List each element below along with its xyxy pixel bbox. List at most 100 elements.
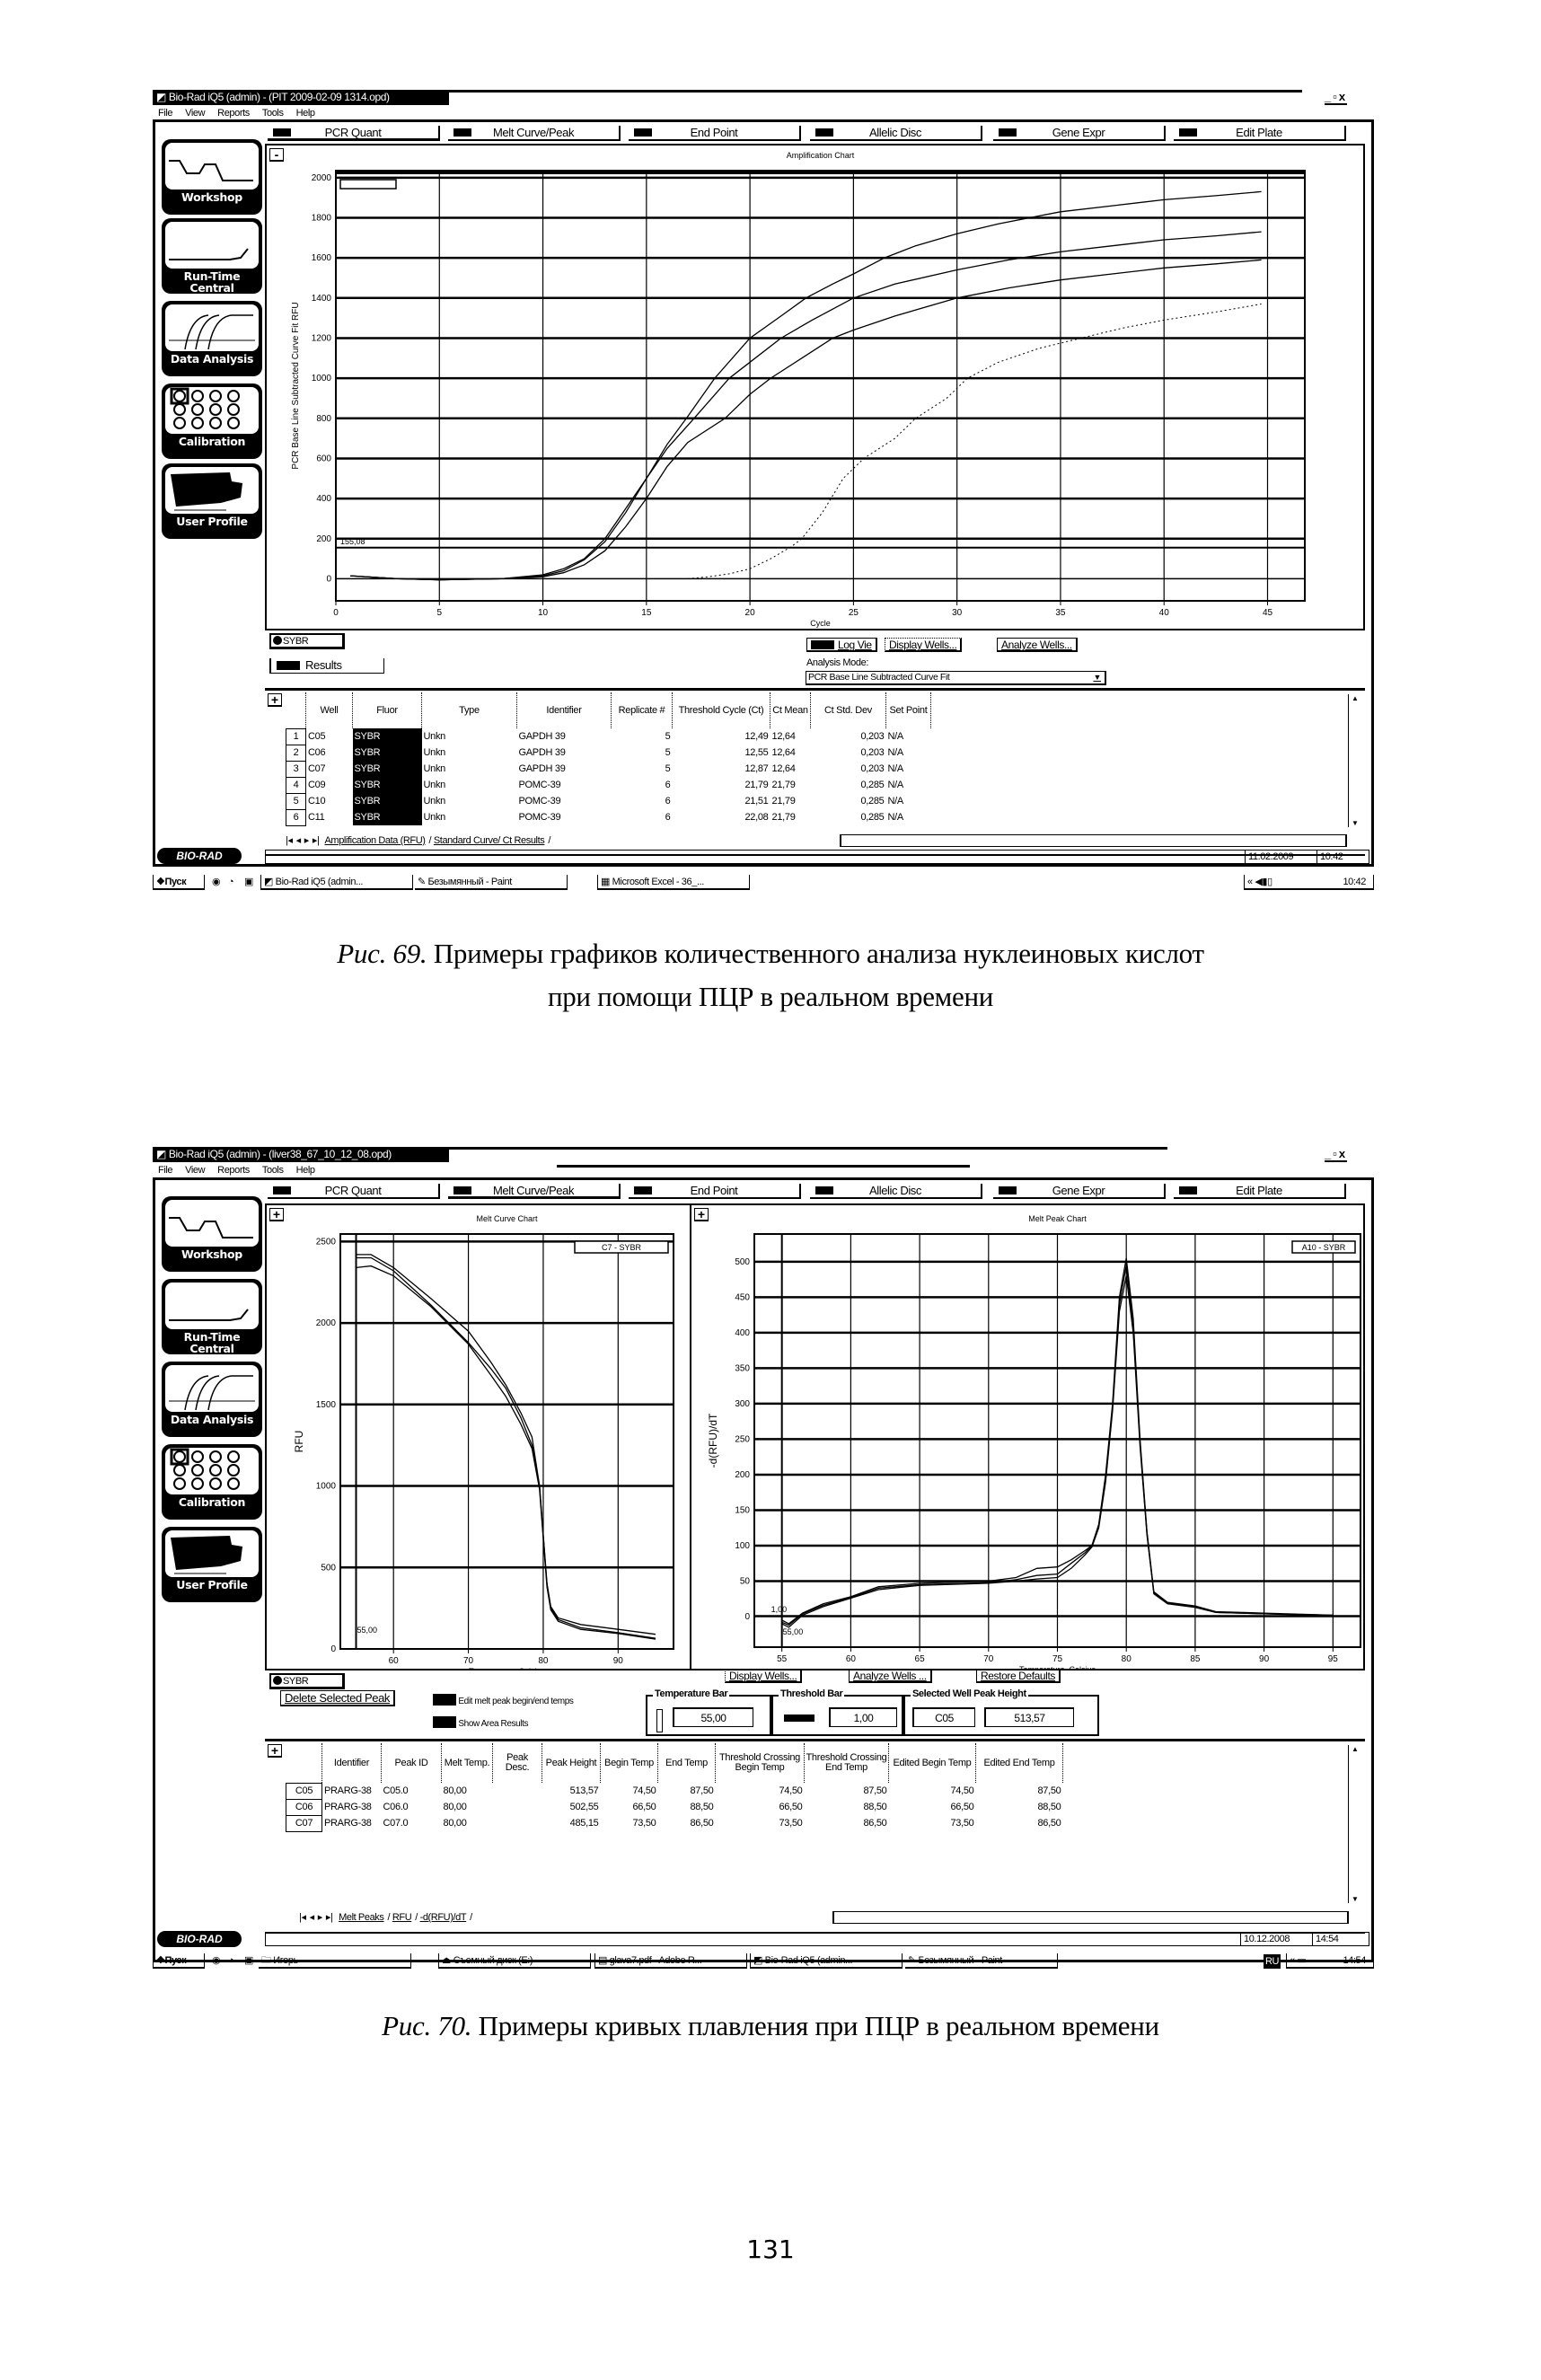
table-cell[interactable]: 1 (286, 727, 306, 745)
table-cell[interactable]: C09 (306, 777, 353, 793)
table-cell[interactable]: C06 (286, 1798, 322, 1816)
sidebar-item-calibration[interactable]: Calibration (162, 1444, 262, 1520)
table-cell[interactable]: 88,50 (976, 1799, 1063, 1815)
tab-edit-plate[interactable]: Edit Plate (1174, 1184, 1346, 1199)
column-header[interactable]: Type (421, 692, 517, 728)
table-cell[interactable]: 12,49 (673, 728, 770, 745)
column-header[interactable]: Edited Begin Temp (888, 1743, 976, 1783)
table-cell[interactable]: 0,203 (811, 728, 886, 745)
column-header[interactable]: Peak Desc. (492, 1743, 542, 1783)
table-cell[interactable]: PRARG-38 (322, 1815, 382, 1831)
sheet-tab-standard-curve[interactable]: Standard Curve/ Ct Results (434, 835, 545, 846)
table-cell[interactable]: 0,203 (811, 745, 886, 761)
tab-gene-expr[interactable]: Gene Expr (993, 1184, 1166, 1199)
table-cell[interactable]: SYBR (352, 777, 422, 793)
sheet-tab-melt-peaks[interactable]: Melt Peaks (339, 1912, 384, 1923)
column-header[interactable]: Threshold Crossing Begin Temp (715, 1743, 805, 1783)
table-cell[interactable]: 6 (612, 777, 673, 793)
table-cell[interactable]: GAPDH 39 (517, 761, 612, 777)
column-header[interactable]: Begin Temp (600, 1743, 658, 1783)
table-row[interactable]: 1 C05 SYBR Unkn GAPDH 39 5 12,49 12,64 0,203 N/A (286, 727, 931, 745)
scroll-up-icon[interactable]: ▲ (1349, 1745, 1361, 1753)
table-cell[interactable]: 0,285 (811, 777, 886, 793)
sheet-tab-derivative[interactable]: -d(RFU)/dT (420, 1912, 467, 1923)
table-cell[interactable]: C06 (306, 745, 353, 761)
table-cell[interactable]: 0,285 (811, 809, 886, 825)
analysis-mode-select[interactable]: PCR Base Line Subtracted Curve Fit ▼ (806, 671, 1106, 685)
horizontal-scrollbar[interactable] (832, 1911, 1349, 1924)
table-cell[interactable]: SYBR (352, 793, 422, 809)
column-header[interactable]: Threshold Crossing End Temp (804, 1743, 889, 1783)
expand-table-button[interactable]: + (268, 1744, 282, 1758)
table-cell[interactable]: 12,64 (770, 745, 811, 761)
delete-selected-peak-button[interactable]: Delete Selected Peak (280, 1690, 396, 1706)
scroll-up-icon[interactable]: ▲ (1349, 694, 1361, 702)
table-row[interactable]: 5 C10 SYBR Unkn POMC-39 6 21,51 21,79 0,285 N/A (286, 792, 931, 810)
language-indicator[interactable]: RU (1264, 1954, 1281, 1969)
table-cell[interactable]: 86,50 (805, 1815, 889, 1831)
tab-allelic-disc[interactable]: Allelic Disc (810, 126, 982, 141)
table-cell[interactable]: 74,50 (889, 1783, 976, 1799)
table-cell[interactable]: POMC-39 (517, 809, 612, 825)
tab-allelic-disc[interactable]: Allelic Disc (810, 1184, 982, 1199)
table-cell[interactable]: 73,50 (601, 1815, 658, 1831)
minimize-button[interactable]: _ (1325, 90, 1333, 103)
table-cell[interactable]: 86,50 (658, 1815, 716, 1831)
checkbox-icon[interactable] (433, 1694, 456, 1706)
table-row[interactable]: 4 C09 SYBR Unkn POMC-39 6 21,79 21,79 0,285 N/A (286, 776, 931, 794)
sheet-nav-first-icon[interactable]: |◂ (286, 835, 293, 846)
sidebar-item-run-time-central[interactable]: Run-Time Central (162, 1279, 262, 1354)
table-cell[interactable]: 86,50 (976, 1815, 1063, 1831)
table-cell[interactable]: SYBR (352, 809, 422, 825)
table-cell[interactable]: SYBR (352, 761, 422, 777)
quick-launch-media-icon[interactable]: ◔ (228, 875, 234, 889)
table-cell[interactable]: 74,50 (601, 1783, 658, 1799)
sidebar-item-workshop[interactable]: Workshop (162, 1196, 262, 1272)
start-button[interactable]: ❖Пуск (153, 875, 205, 890)
table-row[interactable]: 6 C11 SYBR Unkn POMC-39 6 22,08 21,79 0,285 N/A (286, 808, 931, 826)
show-area-results-checkbox[interactable]: Show Area Results (433, 1716, 528, 1729)
task-paint[interactable]: ✎ Безымянный - Paint (905, 1953, 1058, 1969)
table-cell[interactable]: N/A (886, 745, 931, 761)
column-header[interactable]: Set Point (885, 692, 931, 728)
table-cell[interactable]: Unkn (422, 745, 517, 761)
tab-pcr-quant[interactable]: PCR Quant (268, 1184, 440, 1199)
table-cell[interactable]: 5 (612, 745, 673, 761)
menu-help[interactable]: Help (296, 1165, 315, 1176)
analyze-wells-button[interactable]: Analyze Wells... (997, 638, 1078, 652)
task-paint[interactable]: ✎ Безымянный - Paint (415, 875, 568, 890)
tab-melt-curve-peak[interactable]: Melt Curve/Peak (448, 126, 621, 141)
sheet-nav-last-icon[interactable]: ▸| (313, 835, 320, 846)
sidebar-item-calibration[interactable]: Calibration (162, 383, 262, 459)
column-header[interactable]: Edited End Temp (975, 1743, 1063, 1783)
table-cell[interactable]: GAPDH 39 (517, 745, 612, 761)
scroll-down-icon[interactable]: ▼ (1349, 1895, 1361, 1903)
checkbox-icon[interactable] (433, 1716, 456, 1728)
table-cell[interactable] (493, 1783, 542, 1799)
table-cell[interactable]: 6 (612, 793, 673, 809)
table-cell[interactable]: N/A (886, 809, 931, 825)
column-header[interactable]: Fluor (352, 692, 422, 728)
table-cell[interactable]: 4 (286, 776, 306, 794)
task-bio-rad[interactable]: ◩ Bio-Rad iQ5 (admin... (750, 1953, 903, 1969)
temperature-bar-input[interactable]: 55,00 (673, 1707, 753, 1727)
column-header[interactable]: Peak ID (381, 1743, 442, 1783)
tab-melt-curve-peak[interactable]: Melt Curve/Peak (448, 1184, 621, 1199)
task-removable-disk[interactable]: ⏏ Съемный диск (E:) (438, 1953, 591, 1969)
fluor-sybr-button[interactable]: SYBR (269, 1673, 345, 1689)
quick-launch-browser-icon[interactable]: ◉ (212, 1953, 221, 1968)
table-cell[interactable]: 5 (612, 761, 673, 777)
sidebar-item-data-analysis[interactable]: Data Analysis (162, 301, 262, 376)
table-cell[interactable]: 5 (612, 728, 673, 745)
table-cell[interactable]: C05 (286, 1782, 322, 1800)
table-cell[interactable]: C11 (306, 809, 353, 825)
table-cell[interactable]: 87,50 (976, 1783, 1063, 1799)
threshold-bar-input[interactable]: 1,00 (829, 1707, 897, 1727)
task-excel[interactable]: ▦ Microsoft Excel - 36_... (597, 875, 750, 890)
sheet-nav-next-icon[interactable]: ▸ (318, 1912, 323, 1923)
table-row[interactable]: 3 C07 SYBR Unkn GAPDH 39 5 12,87 12,64 0,203 N/A (286, 760, 931, 778)
tab-edit-plate[interactable]: Edit Plate (1174, 126, 1346, 141)
table-cell[interactable]: 21,79 (770, 809, 811, 825)
sheet-nav-last-icon[interactable]: ▸| (326, 1912, 333, 1923)
table-cell[interactable]: 21,51 (673, 793, 770, 809)
